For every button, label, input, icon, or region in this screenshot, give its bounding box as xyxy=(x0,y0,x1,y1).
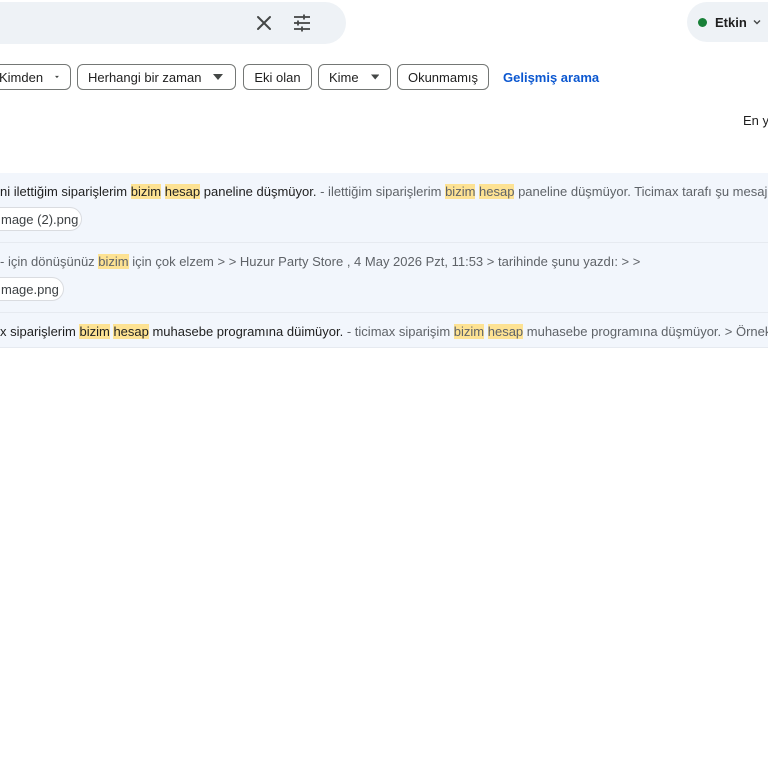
search-highlight: hesap xyxy=(113,324,149,339)
message-snippet: - için dönüşünüz bizim için çok elzem > … xyxy=(0,254,640,269)
tune-icon[interactable] xyxy=(292,13,312,33)
filter-unread-chip[interactable]: Okunmamış xyxy=(397,64,489,90)
dropdown-arrow-icon xyxy=(213,74,224,80)
message-subject-text: paneline düşmüyor. xyxy=(200,184,317,199)
filter-time-chip[interactable]: Herhangi bir zaman xyxy=(77,64,236,90)
filter-to-label: Kime xyxy=(329,69,359,85)
message-list: ni ilettiğim siparişlerim bizim hesap pa… xyxy=(0,173,768,348)
search-highlight: hesap xyxy=(479,184,515,199)
message-subject-text: x siparişlerim xyxy=(0,324,80,339)
filter-time-label: Herhangi bir zaman xyxy=(88,69,202,85)
advanced-search-link[interactable]: Gelişmiş arama xyxy=(503,70,599,85)
search-highlight: hesap xyxy=(164,184,201,199)
message-line: x siparişlerim bizim hesap muhasebe prog… xyxy=(0,324,768,339)
message-line: ni ilettiğim siparişlerim bizim hesap pa… xyxy=(0,184,768,199)
filter-attachment-label: Eki olan xyxy=(254,69,301,85)
message-subject-text: ni ilettiğim siparişlerim xyxy=(0,184,131,199)
attachment-name: mage.png xyxy=(1,281,59,297)
message-snippet-text: - ticimax siparişim xyxy=(343,324,454,339)
message-row[interactable]: - için dönüşünüz bizim için çok elzem > … xyxy=(0,243,768,313)
filter-unread-label: Okunmamış xyxy=(407,69,479,85)
status-selector[interactable]: Etkin xyxy=(687,2,768,42)
attachment-chip[interactable]: mage (2).png xyxy=(0,207,82,231)
search-highlight: bizim xyxy=(453,324,485,339)
message-snippet-text: - ilettiğim siparişlerim xyxy=(316,184,446,199)
message-snippet-text: - için dönüşünüz xyxy=(0,254,99,269)
message-snippet: - ilettiğim siparişlerim bizim hesap pan… xyxy=(317,184,768,199)
close-icon[interactable] xyxy=(254,13,274,33)
status-dot xyxy=(698,17,707,27)
message-snippet-text: paneline düşmüyor. Ticimax tarafı şu mes… xyxy=(518,184,768,199)
chevron-down-icon xyxy=(753,20,761,25)
message-subject: ni ilettiğim siparişlerim bizim hesap pa… xyxy=(0,184,317,199)
message-row[interactable]: x siparişlerim bizim hesap muhasebe prog… xyxy=(0,313,768,348)
message-row[interactable]: ni ilettiğim siparişlerim bizim hesap pa… xyxy=(0,173,768,243)
search-box[interactable] xyxy=(0,2,346,44)
message-subject-text: muhasebe programına düimüyor. xyxy=(148,324,344,339)
dropdown-arrow-icon xyxy=(55,75,59,79)
search-highlight: bizim xyxy=(130,184,162,199)
search-highlight: bizim xyxy=(79,324,110,339)
dropdown-arrow-icon xyxy=(370,74,379,80)
sort-label[interactable]: En y xyxy=(743,113,768,128)
page: Etkin Kimden Herhangi bir zaman Eki olan… xyxy=(0,0,768,768)
filter-attachment-chip[interactable]: Eki olan xyxy=(243,64,312,90)
message-snippet: - ticimax siparişim bizim hesap muhasebe… xyxy=(343,324,768,339)
message-snippet-text: muhasebe programına düşmüyor. > Örnek si… xyxy=(526,324,768,339)
filter-from-label: Kimden xyxy=(0,69,44,85)
search-highlight: hesap xyxy=(487,324,524,339)
top-bar: Etkin xyxy=(0,0,768,50)
message-subject: x siparişlerim bizim hesap muhasebe prog… xyxy=(0,324,343,339)
message-snippet-text: için çok elzem > > Huzur Party Store , 4… xyxy=(128,254,641,269)
search-highlight: bizim xyxy=(445,184,476,199)
attachment-chip[interactable]: mage.png xyxy=(0,277,64,301)
attachment-name: mage (2).png xyxy=(1,211,79,227)
message-line: - için dönüşünüz bizim için çok elzem > … xyxy=(0,254,640,269)
search-highlight: bizim xyxy=(98,254,129,269)
filter-from-chip[interactable]: Kimden xyxy=(0,64,71,90)
status-label: Etkin xyxy=(715,14,747,30)
filter-to-chip[interactable]: Kime xyxy=(318,64,391,90)
